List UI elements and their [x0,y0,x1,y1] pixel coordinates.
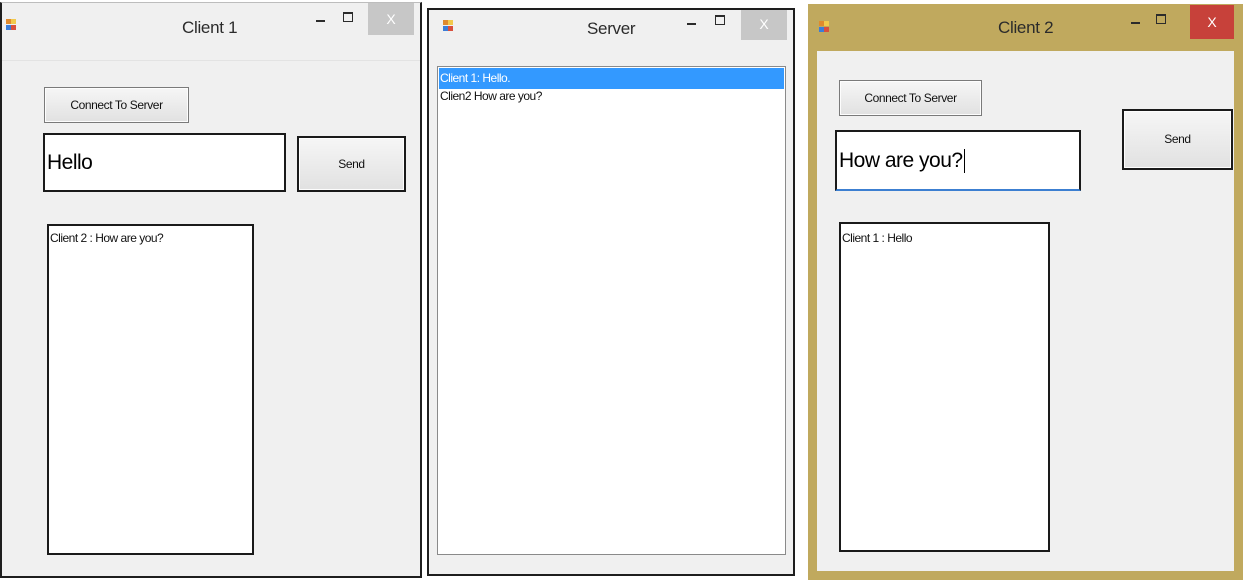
minimize-button[interactable] [310,3,332,37]
server-log-list[interactable]: Client 1: Hello. Clien2 How are you? [437,66,786,555]
list-item[interactable]: Client 1 : Hello [841,231,1048,246]
received-messages-list[interactable]: Client 2 : How are you? [47,224,254,555]
minimize-icon [687,23,696,25]
send-label: Send [338,157,365,171]
close-icon: X [759,16,769,32]
client1-window: Client 1 X Connect To Server Hello Send … [0,2,422,578]
message-input[interactable]: How are you? [835,130,1081,191]
app-icon [443,20,454,33]
list-item[interactable]: Client 1: Hello. [439,68,784,89]
client2-title: Client 2 [998,18,1054,37]
send-label: Send [1164,132,1191,146]
maximize-button[interactable] [1151,5,1173,39]
list-item[interactable]: Client 2 : How are you? [49,231,252,246]
maximize-icon [343,12,353,22]
close-button[interactable]: X [1190,5,1234,39]
connect-to-server-label: Connect To Server [864,91,957,105]
message-input-value: How are you? [839,149,963,172]
maximize-button[interactable] [338,3,360,37]
connect-to-server-button[interactable]: Connect To Server [44,87,189,123]
server-title: Server [587,19,636,38]
app-icon [819,21,830,34]
client1-title-separator [2,60,420,61]
send-button[interactable]: Send [1122,109,1233,170]
send-button[interactable]: Send [297,136,406,192]
text-caret [963,149,965,174]
client2-titlebar[interactable]: Client 2 X [817,5,1234,51]
minimize-icon [1131,22,1140,24]
connect-to-server-label: Connect To Server [70,98,163,112]
client1-titlebar[interactable]: Client 1 X [2,3,420,53]
client2-window: Client 2 X Connect To Server How are you… [808,4,1243,580]
close-button[interactable]: X [741,10,787,40]
received-messages-list[interactable]: Client 1 : Hello [839,222,1050,552]
server-window: Server X Client 1: Hello. Clien2 How are… [427,8,795,576]
maximize-button[interactable] [710,10,732,40]
connect-to-server-button[interactable]: Connect To Server [839,80,982,116]
minimize-icon [316,20,325,22]
client1-title: Client 1 [182,18,238,37]
app-icon [6,19,17,32]
server-titlebar[interactable]: Server X [429,10,793,60]
minimize-button[interactable] [1125,5,1147,39]
maximize-icon [715,15,725,25]
minimize-button[interactable] [681,10,703,40]
list-item[interactable]: Clien2 How are you? [439,89,784,104]
close-button[interactable]: X [368,3,414,35]
maximize-icon [1156,14,1166,24]
message-input-value: Hello [47,151,93,174]
close-icon: X [386,11,396,27]
close-icon: X [1207,14,1217,30]
message-input[interactable]: Hello [43,133,286,192]
